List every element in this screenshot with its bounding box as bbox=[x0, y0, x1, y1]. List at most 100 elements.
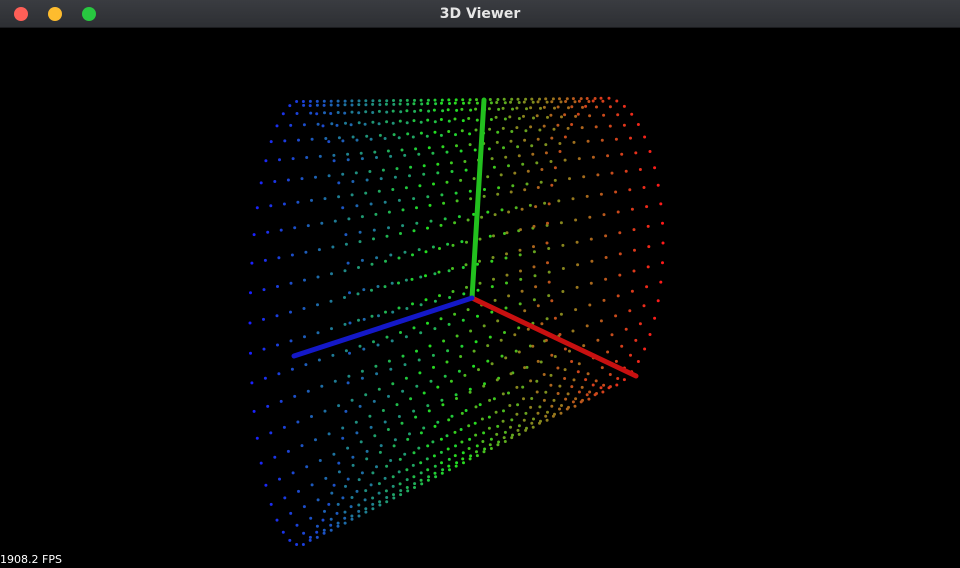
cloud-point bbox=[489, 118, 493, 121]
cloud-point bbox=[364, 393, 368, 397]
cloud-point bbox=[465, 240, 468, 244]
cloud-point bbox=[529, 405, 533, 409]
cloud-point bbox=[336, 111, 340, 114]
cloud-point bbox=[317, 358, 321, 362]
cloud-point bbox=[403, 250, 407, 254]
cloud-point bbox=[315, 524, 319, 528]
cloud-point bbox=[424, 250, 428, 254]
cloud-point bbox=[542, 398, 546, 402]
cloud-point bbox=[364, 489, 368, 493]
cloud-point bbox=[550, 299, 554, 303]
cloud-point bbox=[322, 103, 326, 107]
cloud-point bbox=[397, 470, 401, 474]
cloud-point bbox=[426, 226, 429, 230]
3d-viewport[interactable]: 1908.2 FPS bbox=[0, 28, 960, 568]
cloud-point bbox=[547, 270, 551, 274]
cloud-point bbox=[364, 103, 368, 107]
cloud-point bbox=[519, 277, 523, 281]
cloud-point bbox=[350, 99, 354, 103]
cloud-point bbox=[419, 431, 423, 435]
cloud-point bbox=[427, 409, 431, 413]
cloud-point bbox=[375, 465, 378, 469]
cloud-point bbox=[327, 432, 331, 436]
cloud-point bbox=[351, 463, 355, 467]
cloud-point bbox=[428, 344, 432, 348]
cloud-point bbox=[434, 102, 438, 106]
cloud-point bbox=[636, 123, 640, 126]
cloud-point bbox=[331, 245, 335, 249]
cloud-point bbox=[616, 210, 620, 214]
cloud-point bbox=[563, 113, 567, 117]
cloud-point bbox=[575, 285, 579, 289]
cloud-point bbox=[440, 193, 444, 197]
cloud-point bbox=[400, 421, 404, 425]
cloud-point bbox=[600, 138, 604, 142]
cloud-point bbox=[558, 97, 561, 101]
cloud-point bbox=[262, 317, 265, 321]
cloud-point bbox=[310, 198, 313, 202]
cloud-point bbox=[426, 404, 430, 408]
cloud-point bbox=[375, 156, 378, 159]
cloud-point bbox=[376, 285, 380, 288]
cloud-point bbox=[301, 543, 305, 546]
cloud-point bbox=[645, 285, 649, 289]
cloud-point bbox=[523, 366, 527, 370]
cloud-point bbox=[493, 298, 497, 302]
cloud-point bbox=[330, 272, 333, 276]
cloud-point bbox=[455, 144, 458, 148]
cloud-point bbox=[346, 381, 350, 385]
cloud-point bbox=[509, 372, 513, 376]
cloud-point bbox=[497, 186, 501, 190]
cloud-point bbox=[359, 440, 363, 444]
cloud-point bbox=[283, 496, 287, 500]
cloud-point bbox=[443, 374, 447, 378]
cloud-point bbox=[585, 194, 589, 198]
title-bar[interactable]: 3D Viewer bbox=[0, 0, 960, 28]
cloud-point bbox=[389, 459, 393, 462]
cloud-point bbox=[549, 383, 553, 387]
cloud-point bbox=[585, 393, 589, 397]
cloud-point bbox=[661, 261, 664, 265]
cloud-point bbox=[436, 171, 440, 175]
cloud-point bbox=[504, 256, 508, 260]
cloud-point bbox=[406, 132, 410, 136]
cloud-point bbox=[252, 409, 256, 413]
cloud-point bbox=[349, 123, 353, 127]
cloud-point bbox=[454, 191, 458, 195]
cloud-point bbox=[536, 411, 540, 415]
cloud-point bbox=[509, 100, 512, 104]
cloud-point bbox=[415, 206, 418, 210]
cloud-point bbox=[368, 170, 372, 173]
cloud-point bbox=[357, 103, 361, 107]
cloud-point bbox=[519, 269, 522, 273]
cloud-point bbox=[531, 100, 535, 104]
cloud-point bbox=[499, 173, 503, 177]
cloud-point bbox=[521, 385, 525, 389]
cloud-point bbox=[391, 109, 395, 113]
cloud-point bbox=[577, 390, 581, 394]
cloud-point bbox=[546, 221, 549, 225]
cloud-point bbox=[377, 314, 380, 318]
cloud-point bbox=[322, 528, 326, 532]
cloud-point bbox=[329, 112, 333, 115]
cloud-point bbox=[581, 105, 584, 109]
cloud-point bbox=[496, 443, 500, 447]
cloud-point bbox=[574, 308, 578, 312]
cloud-point bbox=[357, 514, 361, 518]
cloud-point bbox=[446, 349, 450, 353]
cloud-point bbox=[289, 123, 293, 127]
cloud-point bbox=[454, 444, 457, 448]
cloud-point bbox=[422, 164, 426, 168]
cloud-point bbox=[467, 424, 471, 428]
cloud-point bbox=[425, 457, 429, 461]
cloud-point bbox=[404, 278, 408, 282]
cloud-point bbox=[433, 424, 437, 428]
cloud-point bbox=[475, 118, 479, 122]
cloud-point bbox=[385, 120, 389, 124]
cloud-point bbox=[486, 210, 490, 214]
cloud-point bbox=[343, 296, 346, 299]
cloud-point bbox=[482, 450, 486, 454]
cloud-point bbox=[440, 398, 444, 402]
cloud-point bbox=[355, 204, 359, 208]
cloud-point bbox=[524, 411, 528, 415]
